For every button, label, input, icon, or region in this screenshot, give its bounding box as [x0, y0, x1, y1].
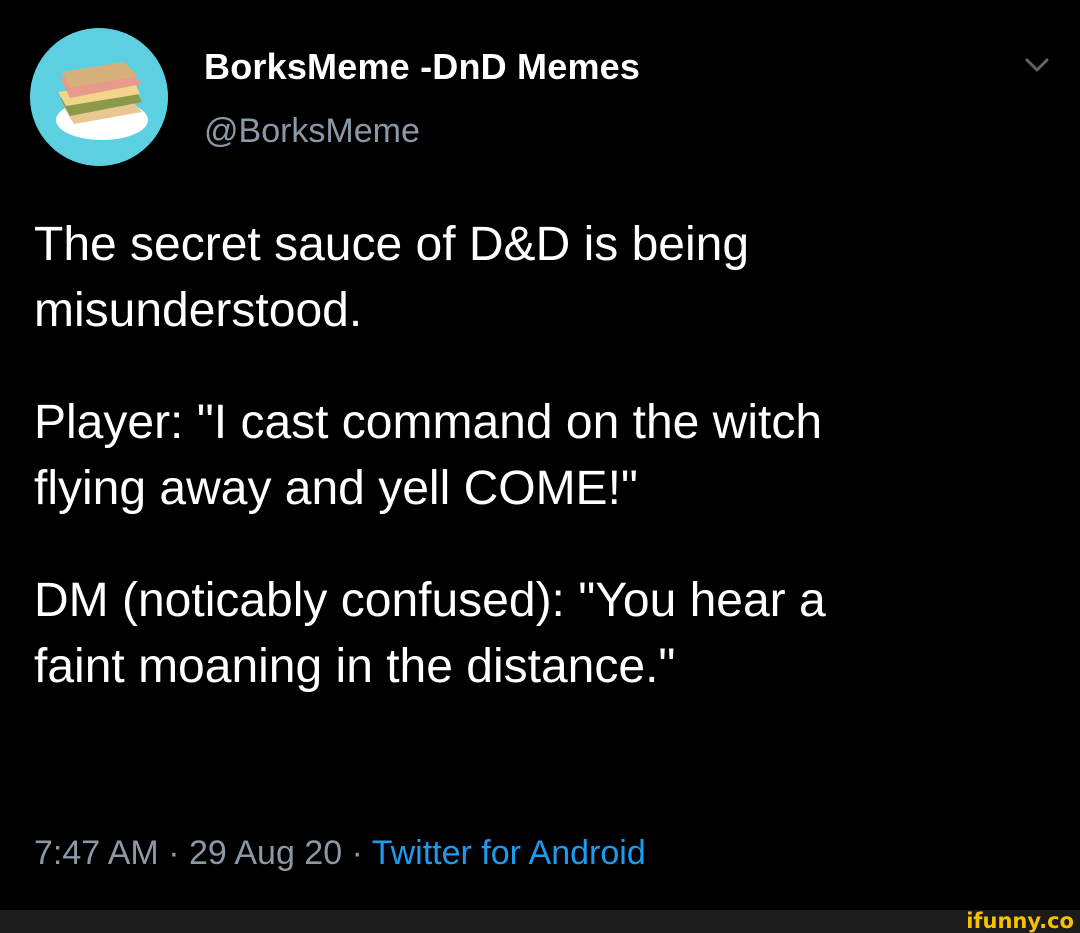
display-name[interactable]: BorksMeme -DnD Memes [204, 46, 640, 88]
tweet-paragraph: The secret sauce of D&D is being misunde… [34, 218, 750, 337]
avatar[interactable] [30, 28, 168, 166]
ifunny-watermark: ifunny.co [966, 909, 1074, 933]
tweet-source-link[interactable]: Twitter for Android [372, 834, 646, 872]
sandwich-avatar-icon [30, 28, 168, 166]
meta-separator: · [158, 834, 189, 872]
tweet-paragraph: DM (noticably confused): "You hear a fai… [34, 574, 826, 693]
chevron-down-icon[interactable] [1020, 52, 1054, 78]
tweet-meta: 7:47 AM · 29 Aug 20 · Twitter for Androi… [34, 834, 646, 873]
footer-bar: ifunny.co [0, 910, 1080, 933]
tweet-time[interactable]: 7:47 AM [34, 834, 159, 872]
meta-separator: · [342, 834, 372, 872]
user-handle[interactable]: @BorksMeme [204, 112, 420, 151]
tweet-date[interactable]: 29 Aug 20 [189, 834, 342, 872]
tweet-paragraph: Player: "I cast command on the witch fly… [34, 396, 823, 515]
tweet-card: BorksMeme -DnD Memes @BorksMeme The secr… [0, 0, 1080, 910]
tweet-text: The secret sauce of D&D is being misunde… [34, 212, 1054, 746]
